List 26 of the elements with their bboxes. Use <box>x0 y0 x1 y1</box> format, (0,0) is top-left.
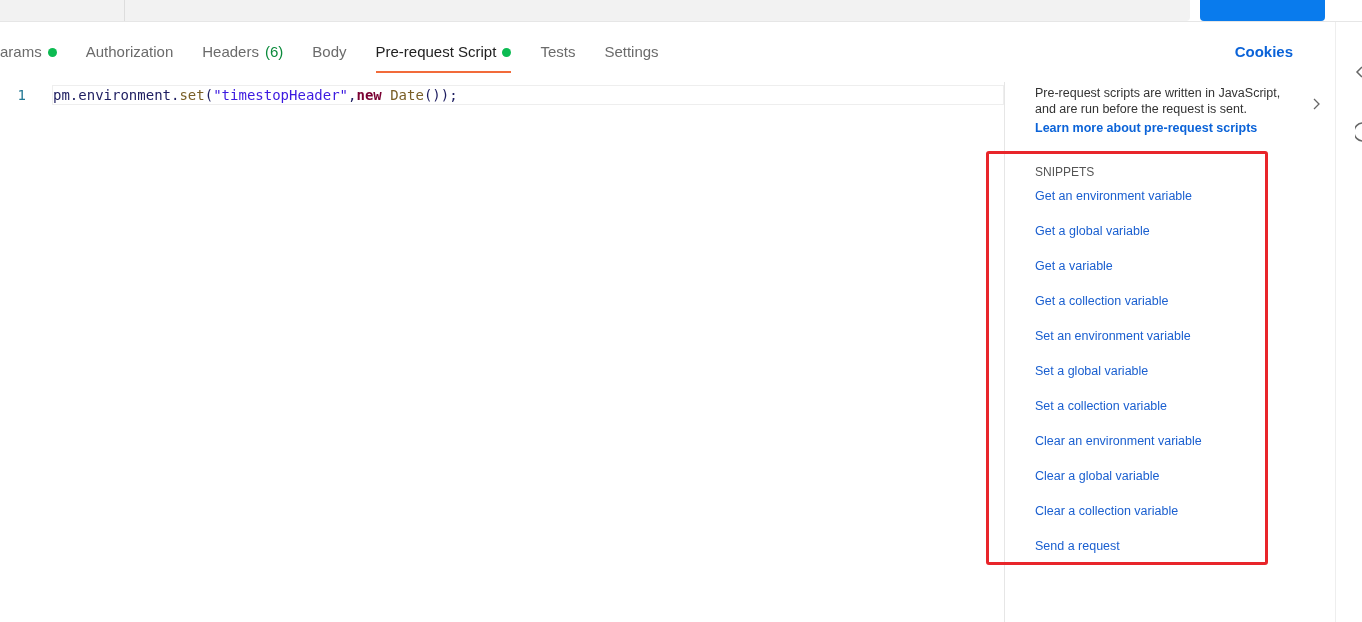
help-text: Pre-request scripts are written in JavaScript, and are run before the request is sent. <box>1035 86 1282 118</box>
snippet-link[interactable]: Get an environment variable <box>1035 186 1335 222</box>
chevron-left-icon[interactable] <box>1355 66 1362 78</box>
snippet-link[interactable]: Get a collection variable <box>1035 291 1335 327</box>
learn-more-link[interactable]: Learn more about pre-request scripts <box>1035 121 1258 136</box>
tab[interactable]: Headers (6) <box>202 33 284 71</box>
chevron-right-icon[interactable] <box>1313 98 1321 110</box>
snippet-link[interactable]: Set a global variable <box>1035 361 1335 397</box>
tab[interactable]: arams <box>0 33 57 71</box>
tab[interactable]: Tests <box>540 33 576 71</box>
snippet-link[interactable]: Send a request <box>1035 536 1335 572</box>
snippet-link[interactable]: Set a collection variable <box>1035 396 1335 432</box>
snippets-heading: SNIPPETS <box>1035 164 1096 182</box>
cookies-link[interactable]: Cookies <box>1234 40 1293 64</box>
snippet-link[interactable]: Clear a collection variable <box>1035 501 1335 537</box>
tab[interactable]: Authorization <box>85 33 174 71</box>
snippet-link[interactable]: Get a global variable <box>1035 221 1335 257</box>
line-number: 1 <box>16 85 27 105</box>
snippet-link[interactable]: Set an environment variable <box>1035 326 1335 362</box>
snippet-link[interactable]: Get a variable <box>1035 256 1335 292</box>
url-field[interactable] <box>125 0 1190 21</box>
tab[interactable]: Settings <box>604 33 659 71</box>
snippet-link[interactable]: Clear an environment variable <box>1035 431 1335 467</box>
snippet-link[interactable]: Clear a global variable <box>1035 466 1335 502</box>
tab[interactable]: Body <box>312 33 347 71</box>
tab[interactable]: Pre-request Script <box>375 33 512 71</box>
